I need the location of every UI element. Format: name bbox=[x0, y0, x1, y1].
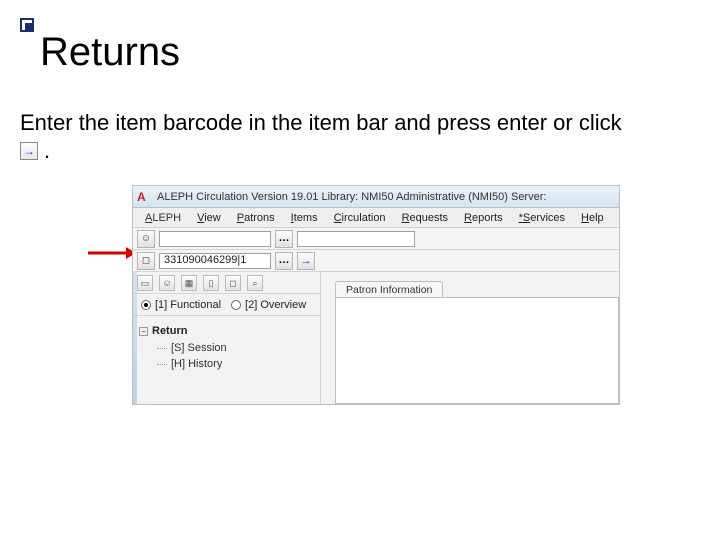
menu-items[interactable]: Items bbox=[283, 212, 326, 224]
menu-help[interactable]: Help bbox=[573, 212, 612, 224]
tree-child-session[interactable]: [S] Session bbox=[157, 340, 314, 356]
tab-patron-info[interactable]: Patron Information bbox=[335, 281, 443, 298]
radio-functional[interactable]: [1] Functional bbox=[141, 299, 221, 311]
split-pane: ▭ ☺ ▦ ▯ ◻ ⌕ [1] Functional [2] Overview bbox=[133, 272, 619, 404]
menu-aleph[interactable]: ALEPH bbox=[137, 212, 189, 224]
svg-text:A: A bbox=[137, 190, 146, 204]
menu-view[interactable]: View bbox=[189, 212, 229, 224]
radio-overview-label: [2] Overview bbox=[245, 299, 306, 311]
radio-dot-icon bbox=[141, 300, 151, 310]
instruction-text: Enter the item barcode in the item bar a… bbox=[20, 110, 700, 136]
view-radio-row: [1] Functional [2] Overview bbox=[133, 294, 320, 316]
slide-bullet-icon bbox=[20, 18, 34, 32]
mode-icon-4[interactable]: ▯ bbox=[203, 275, 219, 291]
content-panel bbox=[335, 297, 619, 404]
mode-icon-2[interactable]: ☺ bbox=[159, 275, 175, 291]
go-arrow-icon: → bbox=[20, 142, 38, 160]
left-accent-strip bbox=[133, 272, 137, 404]
radio-functional-label: [1] Functional bbox=[155, 299, 221, 311]
instruction-period: . bbox=[44, 138, 50, 164]
item-mode-icon[interactable]: ◻ bbox=[137, 252, 155, 270]
menu-reports[interactable]: Reports bbox=[456, 212, 511, 224]
item-barcode-input[interactable]: 331090046299|1 bbox=[159, 253, 271, 269]
item-lookup-button[interactable]: … bbox=[275, 252, 293, 270]
instruction-line-2: → . bbox=[20, 138, 700, 164]
tree-return-label: Return bbox=[152, 322, 187, 340]
slide-title: Returns bbox=[40, 30, 180, 75]
patron-mode-icon[interactable]: ☺ bbox=[137, 230, 155, 248]
radio-dot-icon bbox=[231, 300, 241, 310]
window-title: ALEPH Circulation Version 19.01 Library:… bbox=[157, 191, 615, 203]
mode-icon-1[interactable]: ▭ bbox=[137, 275, 153, 291]
tree-node-return[interactable]: − Return bbox=[139, 322, 314, 340]
red-arrow-annotation bbox=[88, 246, 136, 260]
toolbar-row-1: ☺ … bbox=[133, 228, 619, 250]
aleph-window: A ALEPH Circulation Version 19.01 Librar… bbox=[132, 185, 620, 405]
right-pane: Patron Information bbox=[321, 272, 619, 404]
patron-input[interactable] bbox=[159, 231, 271, 247]
menubar: ALEPH View Patrons Items Circulation Req… bbox=[133, 208, 619, 228]
toolbar-row-2: ◻ 331090046299|1 … → bbox=[133, 250, 619, 272]
tree-child-history[interactable]: [H] History bbox=[157, 356, 314, 372]
tree-expander-icon[interactable]: − bbox=[139, 327, 148, 336]
radio-overview[interactable]: [2] Overview bbox=[231, 299, 306, 311]
patron-name-input[interactable] bbox=[297, 231, 415, 247]
go-button[interactable]: → bbox=[297, 252, 315, 270]
instruction-block: Enter the item barcode in the item bar a… bbox=[20, 110, 700, 164]
left-pane: ▭ ☺ ▦ ▯ ◻ ⌕ [1] Functional [2] Overview bbox=[133, 272, 321, 404]
mode-icon-6[interactable]: ⌕ bbox=[247, 275, 263, 291]
menu-circulation[interactable]: Circulation bbox=[326, 212, 394, 224]
window-titlebar: A ALEPH Circulation Version 19.01 Librar… bbox=[133, 186, 619, 208]
tab-header: Patron Information bbox=[335, 278, 443, 298]
menu-patrons[interactable]: Patrons bbox=[229, 212, 283, 224]
mode-icon-strip: ▭ ☺ ▦ ▯ ◻ ⌕ bbox=[133, 272, 320, 294]
menu-services[interactable]: *Services bbox=[511, 212, 573, 224]
menu-requests[interactable]: Requests bbox=[394, 212, 456, 224]
nav-tree: − Return [S] Session [H] History bbox=[133, 316, 320, 378]
patron-lookup-button[interactable]: … bbox=[275, 230, 293, 248]
aleph-logo-icon: A bbox=[137, 190, 151, 204]
mode-icon-5[interactable]: ◻ bbox=[225, 275, 241, 291]
mode-icon-3[interactable]: ▦ bbox=[181, 275, 197, 291]
